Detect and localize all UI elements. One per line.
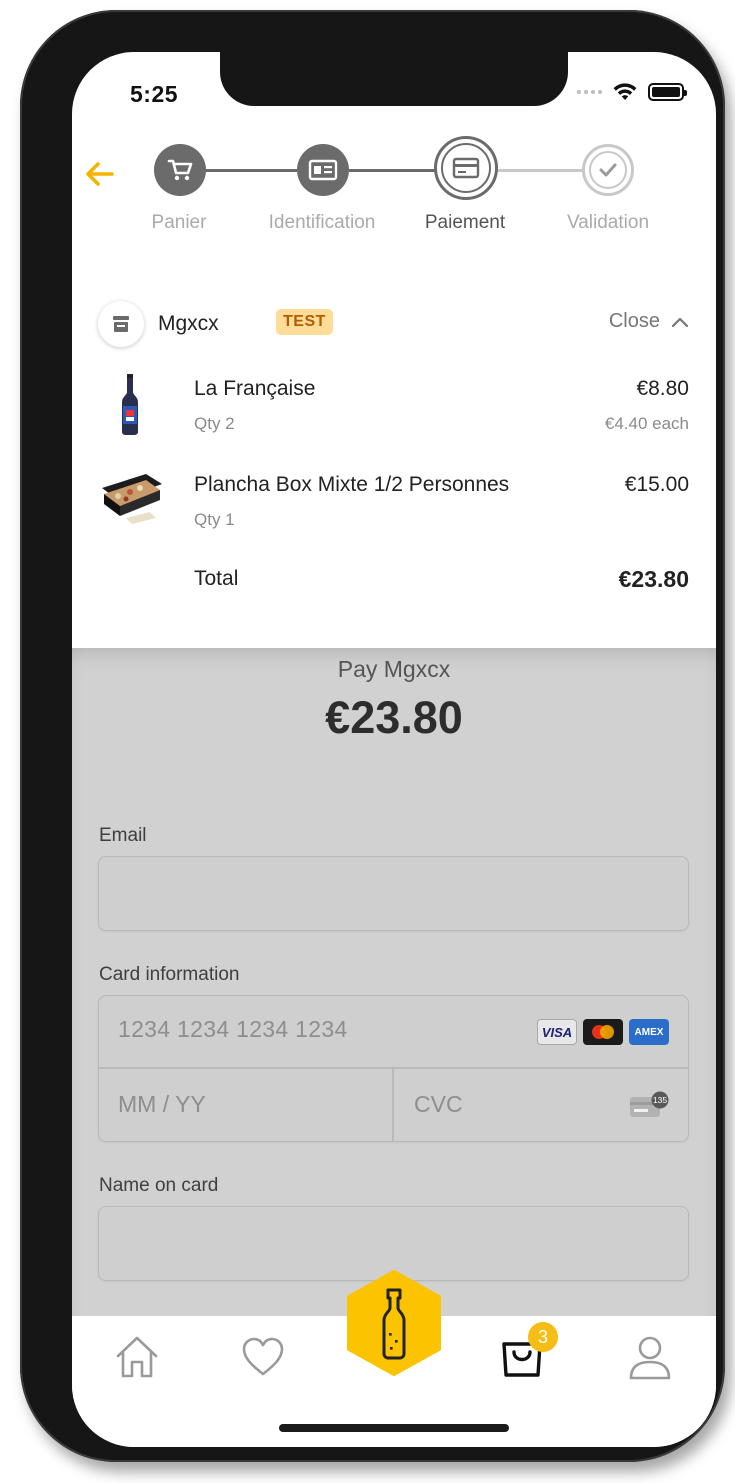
wifi-icon bbox=[613, 83, 637, 100]
step-validation[interactable] bbox=[582, 144, 634, 196]
card-information-label: Card information bbox=[99, 964, 240, 985]
cvc-hint-number: 135 bbox=[653, 1095, 667, 1105]
step-label-identification: Identification bbox=[268, 212, 376, 233]
item-name: La Française bbox=[194, 377, 316, 400]
signal-icon bbox=[577, 90, 602, 94]
card-field-divider bbox=[392, 1068, 394, 1141]
item-price: €15.00 bbox=[624, 473, 689, 496]
total-label: Total bbox=[194, 567, 239, 590]
cart-icon bbox=[167, 159, 193, 181]
heart-icon[interactable] bbox=[238, 1332, 288, 1382]
expiry-input[interactable]: MM / YY bbox=[118, 1091, 206, 1118]
pay-amount: €23.80 bbox=[325, 692, 463, 743]
card-field-divider bbox=[98, 1067, 689, 1069]
test-mode-badge: TEST bbox=[276, 309, 333, 335]
item-unit-price: €4.40 each bbox=[604, 414, 689, 433]
device-notch bbox=[220, 52, 568, 106]
status-icons bbox=[577, 82, 687, 102]
id-card-icon bbox=[308, 159, 338, 181]
total-value: €23.80 bbox=[618, 566, 689, 592]
check-circle-icon bbox=[599, 163, 617, 177]
step-label-paiement: Paiement bbox=[424, 212, 506, 233]
visa-logo-icon: VISA bbox=[537, 1019, 577, 1045]
product-image-beer-bottle bbox=[122, 374, 138, 435]
back-arrow-icon[interactable] bbox=[82, 156, 118, 192]
user-icon[interactable] bbox=[625, 1332, 675, 1382]
merchant-store-icon bbox=[98, 301, 144, 347]
step-label-validation: Validation bbox=[566, 212, 650, 233]
stepper-connector bbox=[349, 169, 437, 172]
merchant-name: Mgxcx bbox=[158, 312, 219, 335]
mastercard-logo-icon bbox=[583, 1019, 623, 1045]
step-label-panier: Panier bbox=[151, 212, 207, 233]
step-identification[interactable] bbox=[297, 144, 349, 196]
cart-count-badge: 3 bbox=[528, 1322, 558, 1352]
chevron-up-icon bbox=[671, 317, 689, 327]
pay-merchant-label: Pay Mgxcx bbox=[337, 656, 451, 682]
credit-card-icon bbox=[452, 157, 480, 179]
name-on-card-label: Name on card bbox=[99, 1175, 219, 1196]
email-label: Email bbox=[99, 825, 147, 846]
step-panier[interactable] bbox=[154, 144, 206, 196]
app-screen: 5:25 Panier Identification Paiement Vali… bbox=[72, 52, 716, 1447]
card-number-input[interactable]: 1234 1234 1234 1234 bbox=[118, 1016, 348, 1043]
step-paiement[interactable] bbox=[434, 136, 498, 200]
product-image-plancha-box bbox=[102, 474, 162, 524]
home-icon[interactable] bbox=[112, 1332, 162, 1382]
cvc-card-icon: 135 bbox=[630, 1091, 669, 1117]
amex-logo-icon: AMEX bbox=[629, 1019, 669, 1045]
item-qty: Qty 2 bbox=[194, 414, 235, 433]
phone-frame: 5:25 Panier Identification Paiement Vali… bbox=[20, 10, 725, 1462]
battery-icon bbox=[648, 83, 687, 101]
stepper-connector bbox=[492, 169, 582, 172]
home-indicator[interactable] bbox=[279, 1424, 509, 1432]
bottle-hex-button[interactable] bbox=[345, 1270, 443, 1376]
status-time: 5:25 bbox=[130, 81, 179, 107]
stepper-connector bbox=[205, 169, 297, 172]
summary-toggle-label: Close bbox=[608, 310, 660, 332]
item-price: €8.80 bbox=[636, 377, 689, 400]
email-field[interactable] bbox=[98, 856, 689, 931]
cvc-input[interactable]: CVC bbox=[414, 1091, 463, 1118]
item-name: Plancha Box Mixte 1/2 Personnes bbox=[194, 473, 510, 496]
summary-toggle-button[interactable]: Close bbox=[609, 310, 690, 333]
store-icon bbox=[113, 316, 129, 332]
item-qty: Qty 1 bbox=[194, 510, 235, 529]
